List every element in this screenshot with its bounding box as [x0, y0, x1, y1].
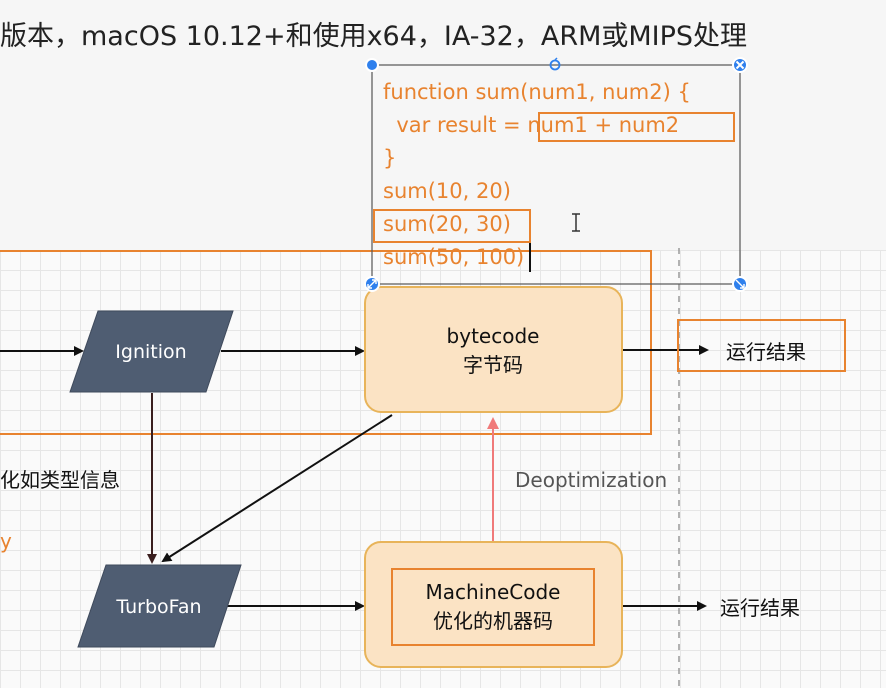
code-line-2: var result = num1 + num2 [383, 113, 679, 137]
orange-fragment-label: y [0, 529, 12, 553]
ignition-label: Ignition [115, 341, 186, 363]
handle-top-left[interactable] [365, 58, 379, 72]
handle-bottom-left[interactable] [364, 276, 380, 292]
type-info-label: 化如类型信息 [0, 468, 120, 492]
bytecode-node[interactable] [364, 286, 623, 413]
bytecode-label-zh: 字节码 [463, 353, 523, 377]
diagram-canvas: 版本，macOS 10.12+和使用x64，IA-32，ARM或MIPS处理 I… [0, 0, 886, 688]
machinecode-label-en: MachineCode [426, 580, 561, 604]
code-line-3: } [383, 146, 397, 170]
code-line-2-prefix: var result = [383, 113, 528, 137]
arrow-bytecode-to-turbofan [161, 414, 393, 563]
code-line-4: sum(10, 20) [383, 179, 511, 203]
i-beam-cursor-icon [572, 213, 580, 232]
close-icon[interactable] [732, 57, 748, 73]
code-line-1: function sum(num1, num2) { [383, 80, 691, 104]
code-line-6: sum(50, 100) [383, 245, 525, 269]
code-line-5: sum(20, 30) [383, 212, 511, 236]
result-bottom-label: 运行结果 [720, 596, 800, 620]
machinecode-node[interactable] [364, 541, 623, 668]
code-line-2-highlight: num1 + num2 [527, 113, 680, 137]
result-top-label: 运行结果 [726, 340, 806, 364]
machinecode-label-zh: 优化的机器码 [433, 609, 553, 633]
bytecode-label-en: bytecode [447, 324, 540, 348]
turbofan-label: TurboFan [115, 596, 201, 618]
deoptimization-label: Deoptimization [515, 468, 667, 492]
handle-bottom-right[interactable] [732, 276, 748, 292]
rotate-handle-icon[interactable] [549, 57, 561, 71]
